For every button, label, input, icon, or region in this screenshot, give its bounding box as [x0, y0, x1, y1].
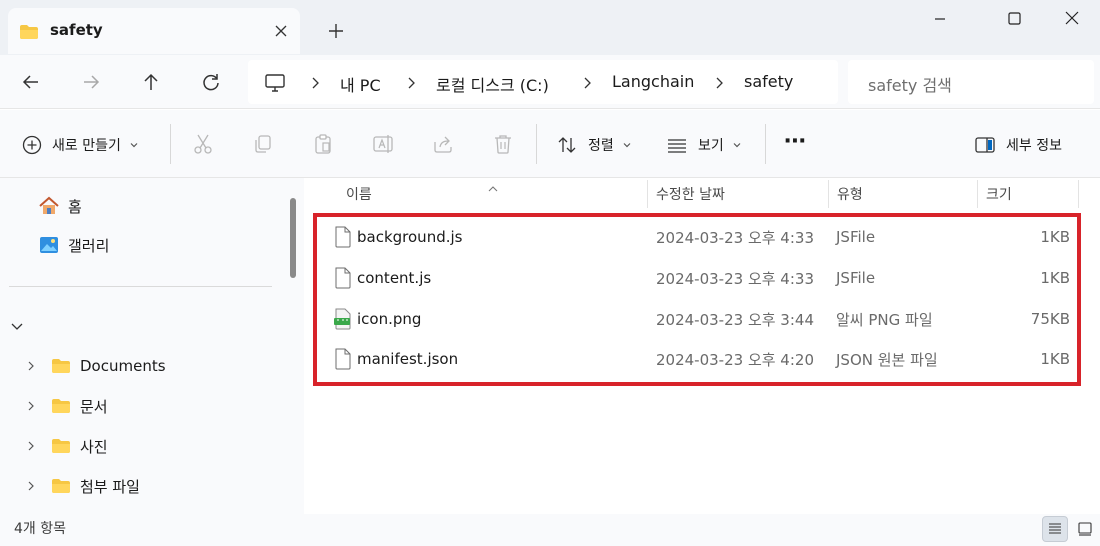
view-list-icon — [666, 134, 688, 156]
folder-icon — [50, 355, 72, 377]
chevron-right-icon[interactable] — [712, 75, 726, 89]
cut-icon[interactable] — [191, 132, 215, 156]
back-arrow-icon[interactable] — [16, 67, 46, 97]
plus-circle-icon — [22, 135, 42, 155]
chevron-down-icon — [129, 140, 139, 150]
breadcrumb-my-pc[interactable]: 내 PC — [340, 72, 381, 96]
sort-icon — [556, 134, 578, 156]
column-header-name[interactable]: 이름 — [346, 178, 372, 210]
large-icons-view-icon[interactable] — [1072, 516, 1098, 542]
chevron-right-icon[interactable] — [20, 355, 42, 377]
details-pane-icon — [974, 134, 996, 156]
column-divider[interactable] — [977, 180, 978, 208]
sidebar-item-label: Documents — [80, 357, 166, 375]
item-count: 4개 항목 — [14, 521, 66, 537]
folder-icon — [19, 24, 39, 44]
refresh-icon[interactable] — [196, 67, 226, 97]
sort-button[interactable]: 정렬 — [556, 132, 632, 158]
divider — [765, 124, 766, 164]
column-header-modified[interactable]: 수정한 날짜 — [656, 178, 725, 210]
view-label: 보기 — [698, 138, 724, 154]
details-label: 세부 정보 — [1006, 138, 1062, 154]
maximize-icon[interactable] — [996, 6, 1032, 32]
share-icon[interactable] — [431, 132, 455, 156]
window-close-icon[interactable] — [1054, 6, 1090, 32]
column-divider[interactable] — [828, 180, 829, 208]
details-view-icon[interactable] — [1042, 516, 1068, 542]
new-button[interactable]: 새로 만들기 — [22, 132, 139, 158]
breadcrumb-langchain[interactable]: Langchain — [612, 72, 694, 91]
sidebar-item-label: 사진 — [80, 437, 108, 456]
copy-icon[interactable] — [251, 132, 275, 156]
column-divider[interactable] — [647, 180, 648, 208]
navigation-pane: 홈 갤러리 Documents 문서 사진 첨부 파일 — [0, 178, 290, 514]
gallery-icon — [38, 234, 60, 256]
search-input[interactable]: safety 검색 — [848, 60, 1094, 104]
chevron-right-icon[interactable] — [20, 475, 42, 497]
sidebar-scrollbar-thumb[interactable] — [290, 198, 296, 278]
sidebar-item-label: 홈 — [68, 197, 82, 216]
command-bar: 새로 만들기 정렬 보기 ⋯ 세부 정보 — [0, 110, 1100, 178]
sidebar-item-label: 갤러리 — [68, 236, 110, 255]
sidebar-item-pictures[interactable]: 사진 — [20, 431, 108, 461]
chevron-right-icon[interactable] — [580, 75, 594, 89]
tab-safety[interactable]: safety — [8, 8, 300, 54]
status-bar: 4개 항목 — [0, 514, 1100, 546]
view-button[interactable]: 보기 — [666, 132, 742, 158]
title-bar: safety — [0, 0, 1100, 55]
navigation-bar: 내 PC 로컬 디스크 (C:) Langchain safety safety… — [0, 55, 1100, 109]
sidebar-item-documents-ko[interactable]: 문서 — [20, 391, 108, 421]
chevron-right-icon[interactable] — [20, 395, 42, 417]
home-icon — [38, 195, 60, 217]
details-pane-button[interactable]: 세부 정보 — [974, 132, 1062, 158]
sidebar-item-label: 문서 — [80, 397, 108, 416]
file-list: 이름 수정한 날짜 유형 크기 background.js 2024-03-23… — [304, 178, 1100, 514]
plus-icon[interactable] — [324, 19, 348, 43]
paste-icon[interactable] — [311, 132, 335, 156]
folder-icon — [50, 435, 72, 457]
close-icon[interactable] — [270, 20, 292, 42]
trash-icon[interactable] — [491, 132, 515, 156]
sidebar-item-label: 첨부 파일 — [80, 477, 140, 496]
computer-icon — [264, 73, 286, 97]
minimize-icon[interactable] — [922, 6, 958, 32]
sort-ascending-icon — [487, 178, 499, 197]
folder-icon — [50, 475, 72, 497]
chevron-right-icon[interactable] — [308, 75, 322, 89]
rename-icon[interactable] — [371, 132, 395, 156]
sidebar-item-gallery[interactable]: 갤러리 — [38, 230, 109, 260]
chevron-down-icon — [732, 140, 742, 150]
folder-icon — [50, 395, 72, 417]
expand-chevron-down-icon[interactable] — [10, 311, 24, 341]
column-header-type[interactable]: 유형 — [837, 178, 863, 210]
sidebar-item-documents[interactable]: Documents — [20, 351, 166, 381]
breadcrumb-local-disk[interactable]: 로컬 디스크 (C:) — [436, 72, 549, 96]
highlight-box — [313, 213, 1081, 386]
divider — [9, 286, 272, 287]
more-options-icon[interactable]: ⋯ — [784, 128, 806, 154]
divider — [170, 124, 171, 164]
up-arrow-icon[interactable] — [136, 67, 166, 97]
breadcrumb-safety[interactable]: safety — [744, 72, 793, 91]
chevron-right-icon[interactable] — [404, 75, 418, 89]
sidebar-item-attachments[interactable]: 첨부 파일 — [20, 471, 140, 501]
sidebar-item-home[interactable]: 홈 — [38, 191, 82, 221]
forward-arrow-icon[interactable] — [76, 67, 106, 97]
address-bar[interactable]: 내 PC 로컬 디스크 (C:) Langchain safety — [248, 60, 838, 104]
divider — [536, 124, 537, 164]
search-placeholder: safety 검색 — [868, 76, 952, 95]
column-divider[interactable] — [1078, 180, 1079, 208]
new-label: 새로 만들기 — [52, 138, 121, 154]
tab-title: safety — [50, 21, 103, 39]
chevron-right-icon[interactable] — [20, 435, 42, 457]
chevron-down-icon — [622, 140, 632, 150]
sort-label: 정렬 — [588, 138, 614, 154]
column-header-size[interactable]: 크기 — [986, 178, 1012, 210]
